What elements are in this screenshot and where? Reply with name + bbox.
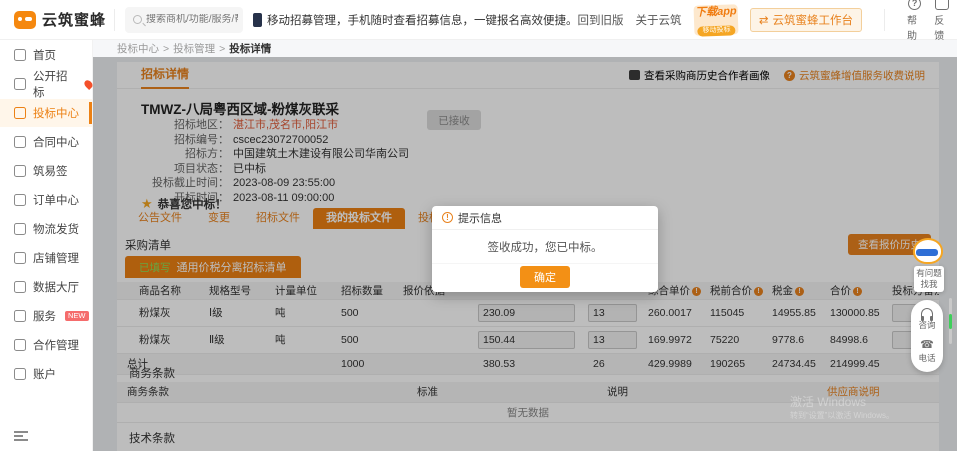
home-icon [14, 49, 26, 61]
confirm-button[interactable]: 确定 [520, 266, 570, 288]
breadcrumb-separator: > [163, 42, 170, 55]
briefcase-icon [14, 78, 26, 90]
sidebar-item-shop-management[interactable]: 店铺管理 [0, 244, 92, 272]
promo-banner-text: 移动招募管理，手机随时查看招募信息，一键报名高效便捷。 [267, 14, 578, 27]
bee-mascot-icon[interactable] [913, 238, 943, 264]
header-divider [884, 8, 885, 31]
breadcrumb-item[interactable]: 投标管理 [173, 41, 215, 56]
app-root: 云筑蜜蜂 移动招募管理，手机随时查看招募信息，一键报名高效便捷。 回到旧版 关于… [0, 0, 957, 451]
app-logo[interactable]: 云筑蜜蜂 [0, 9, 107, 30]
dialog-footer: 确定 [432, 264, 658, 290]
help-bubble-line1: 有问题 [916, 268, 942, 278]
workbench-label: 云筑蜜蜂工作台 [772, 14, 854, 27]
help-bubble[interactable]: 有问题 找我 [914, 266, 944, 292]
consult-button[interactable]: 咨询 [918, 308, 936, 331]
service-widget: 有问题 找我 咨询 ☎ 电话 [905, 238, 953, 372]
dialog-title: 提示信息 [458, 212, 502, 225]
help-bubble-line2: 找我 [920, 279, 938, 289]
data-icon [14, 281, 26, 293]
contact-pill: 咨询 ☎ 电话 [911, 300, 943, 372]
sidebar-item-data-hall[interactable]: 数据大厅 [0, 273, 92, 301]
sidebar-item-public-bidding[interactable]: 公开招标 [0, 70, 95, 99]
sidebar-item-bid-center[interactable]: 投标中心 [0, 99, 92, 127]
handshake-icon [14, 339, 26, 351]
sidebar-item-label: 物流发货 [33, 224, 79, 236]
sidebar-item-esign[interactable]: 筑易签 [0, 157, 92, 185]
pen-icon [14, 165, 26, 177]
document-icon [14, 136, 26, 148]
service-icon [14, 310, 26, 322]
notice-dialog: ! 提示信息 签收成功，您已中标。 确定 [432, 206, 658, 292]
feedback-label: 反馈 [934, 16, 945, 42]
mobile-phone-icon [253, 12, 262, 27]
help-button[interactable]: ? 帮助 [907, 0, 922, 42]
sidebar-item-label: 数据大厅 [33, 282, 79, 294]
person-icon [14, 368, 26, 380]
sidebar-item-label: 筑易签 [33, 166, 68, 178]
windows-watermark: 激活 Windows 转到“设置”以激活 Windows。 [790, 395, 894, 423]
search-input[interactable] [146, 14, 238, 25]
help-icon: ? [908, 0, 922, 10]
sidebar-item-label: 公开招标 [33, 71, 68, 99]
order-list-icon [14, 194, 26, 206]
swap-icon: ⇄ [758, 14, 769, 27]
phone-label: 电话 [918, 353, 936, 363]
sidebar-item-label: 服务 [33, 311, 56, 323]
watermark-line1: 激活 Windows [790, 395, 867, 409]
sidebar-item-cooperation[interactable]: 合作管理 [0, 331, 92, 359]
download-app-sublabel: 移动投标 [696, 24, 736, 37]
sidebar-item-label: 投标中心 [33, 108, 79, 120]
feedback-button[interactable]: 反馈 [934, 0, 949, 42]
phone-icon: ☎ [920, 339, 934, 351]
global-search[interactable] [125, 6, 243, 33]
download-app-label: 下载app [694, 4, 737, 19]
workbench-pill[interactable]: ⇄ 云筑蜜蜂工作台 [749, 7, 862, 32]
sidebar-item-services[interactable]: 服务 NEW [0, 302, 92, 330]
about-link[interactable]: 关于云筑 [636, 12, 682, 28]
header-divider [114, 8, 115, 31]
sidebar-item-label: 订单中心 [33, 195, 79, 207]
top-header: 云筑蜜蜂 移动招募管理，手机随时查看招募信息，一键报名高效便捷。 回到旧版 关于… [0, 0, 957, 42]
sidebar-item-order-center[interactable]: 订单中心 [0, 186, 92, 214]
logo-bee-icon [14, 10, 36, 29]
search-icon [133, 15, 142, 24]
back-to-old-link[interactable]: 回到旧版 [578, 12, 624, 28]
watermark-line2: 转到“设置”以激活 Windows。 [790, 411, 895, 420]
sidebar-item-label: 合同中心 [33, 137, 79, 149]
feedback-icon [934, 0, 949, 10]
sidebar-item-label: 店铺管理 [33, 253, 79, 265]
shop-icon [14, 252, 26, 264]
widget-scrollbar[interactable] [949, 298, 952, 344]
breadcrumb-separator: > [219, 42, 226, 55]
sidebar-item-label: 合作管理 [33, 340, 79, 352]
dialog-header: ! 提示信息 [432, 206, 658, 230]
alert-info-icon: ! [442, 212, 453, 223]
headset-icon [920, 308, 933, 321]
sidebar-item-label: 账户 [33, 369, 56, 381]
truck-icon [14, 223, 26, 235]
sidebar-collapse-icon[interactable] [14, 431, 28, 441]
dialog-message: 签收成功，您已中标。 [432, 230, 658, 264]
promo-banner: 移动招募管理，手机随时查看招募信息，一键报名高效便捷。 [253, 12, 578, 28]
breadcrumb-item[interactable]: 投标中心 [117, 41, 159, 56]
sidebar-item-home[interactable]: 首页 [0, 41, 92, 69]
sidebar-item-label: 首页 [33, 50, 56, 62]
sidebar-nav: 首页 公开招标 投标中心 合同中心 筑易签 订单中心 物流发货 店铺管理 数据大… [0, 40, 95, 451]
phone-button[interactable]: ☎ 电话 [918, 340, 935, 364]
target-icon [14, 107, 26, 119]
sidebar-item-logistics[interactable]: 物流发货 [0, 215, 92, 243]
help-label: 帮助 [907, 16, 917, 42]
header-right: 回到旧版 关于云筑 下载app 移动投标 ⇄ 云筑蜜蜂工作台 ? 帮助 反馈 会… [578, 0, 957, 44]
download-app-badge[interactable]: 下载app 移动投标 [692, 3, 739, 37]
sidebar-item-account[interactable]: 账户 [0, 360, 92, 388]
breadcrumb-current: 投标详情 [229, 43, 272, 55]
logo-text: 云筑蜜蜂 [42, 12, 107, 29]
sidebar-item-contract-center[interactable]: 合同中心 [0, 128, 92, 156]
new-badge: NEW [65, 311, 89, 321]
